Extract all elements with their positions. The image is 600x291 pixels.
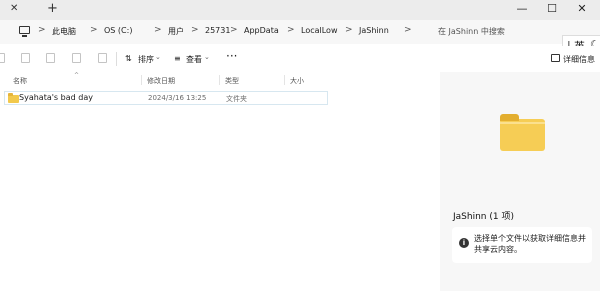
breadcrumb-separator[interactable]: > <box>230 25 238 35</box>
breadcrumb-separator[interactable]: > <box>38 25 46 35</box>
share-icon[interactable] <box>72 53 81 63</box>
delete-icon[interactable] <box>98 53 107 63</box>
column-divider[interactable] <box>219 75 220 85</box>
new-tab-button[interactable]: + <box>47 1 58 16</box>
details-pane: JaShinn (1 项) i 选择单个文件以获取详细信息并共享云内容。 <box>440 72 600 291</box>
file-date: 2024/3/16 13:25 <box>148 94 207 102</box>
breadcrumb-separator[interactable]: > <box>345 25 353 35</box>
file-name: Syahata's bad day <box>19 93 93 102</box>
copy-icon[interactable] <box>21 53 30 63</box>
header-name[interactable]: 名称 <box>13 76 27 86</box>
view-label: 查看 <box>186 55 202 64</box>
more-options-button[interactable]: ··· <box>226 49 237 63</box>
sort-up-icon: ^ <box>74 72 80 79</box>
details-title: JaShinn (1 项) <box>453 212 514 222</box>
breadcrumb-separator[interactable]: > <box>154 25 162 35</box>
details-pane-button[interactable]: 详细信息 <box>563 54 595 65</box>
info-text: 选择单个文件以获取详细信息并共享云内容。 <box>474 234 586 254</box>
file-row[interactable]: Syahata's bad day 2024/3/16 13:25 文件夹 <box>4 91 328 105</box>
header-size[interactable]: 大小 <box>290 76 304 86</box>
info-card: i 选择单个文件以获取详细信息并共享云内容。 <box>452 227 592 263</box>
column-divider[interactable] <box>141 75 142 85</box>
sort-icon: ⇅ <box>125 54 132 63</box>
folder-preview-icon <box>500 114 545 151</box>
sort-label: 排序 <box>138 55 154 64</box>
breadcrumb-25731[interactable]: 25731 <box>205 26 230 35</box>
maximize-button[interactable]: ☐ <box>538 0 566 20</box>
chevron-down-icon: ⌄ <box>155 53 161 61</box>
breadcrumb-separator[interactable]: > <box>90 25 98 35</box>
folder-icon <box>8 93 19 103</box>
computer-icon[interactable] <box>19 26 30 37</box>
paste-icon[interactable] <box>46 53 55 63</box>
search-placeholder: 在 JaShinn 中搜索 <box>438 27 505 36</box>
toolbar-divider <box>116 52 117 66</box>
column-divider[interactable] <box>284 75 285 85</box>
column-headers: ^ 名称 修改日期 类型 大小 <box>0 72 440 88</box>
breadcrumb-jashinn[interactable]: JaShinn <box>359 26 389 35</box>
view-icon: ≡ <box>174 54 181 63</box>
info-icon: i <box>459 238 469 248</box>
details-pane-icon[interactable] <box>551 54 560 62</box>
breadcrumb-os-c[interactable]: OS (C:) <box>104 26 132 35</box>
file-type: 文件夹 <box>226 95 247 103</box>
tab-close-icon[interactable]: ✕ <box>10 3 18 14</box>
chevron-down-icon: ⌄ <box>204 53 210 61</box>
breadcrumb-separator[interactable]: > <box>191 25 199 35</box>
command-bar: ⇅ 排序 ⌄ ≡ 查看 ⌄ ··· <box>0 46 600 72</box>
breadcrumb-separator[interactable]: > <box>404 25 412 35</box>
breadcrumb-appdata[interactable]: AppData <box>244 26 279 35</box>
breadcrumb-users[interactable]: 用户 <box>168 26 184 37</box>
title-bar: ✕ + — ☐ ✕ <box>0 0 600 20</box>
close-window-button[interactable]: ✕ <box>568 0 596 20</box>
minimize-button[interactable]: — <box>508 0 536 20</box>
address-bar[interactable]: > 此电脑 > OS (C:) > 用户 > 25731 > AppData >… <box>0 20 600 44</box>
breadcrumb-locallow[interactable]: LocalLow <box>301 26 338 35</box>
header-type[interactable]: 类型 <box>225 76 239 86</box>
breadcrumb-this-pc[interactable]: 此电脑 <box>52 26 76 37</box>
header-date[interactable]: 修改日期 <box>147 76 175 86</box>
cut-icon[interactable] <box>0 53 5 63</box>
breadcrumb-separator[interactable]: > <box>287 25 295 35</box>
